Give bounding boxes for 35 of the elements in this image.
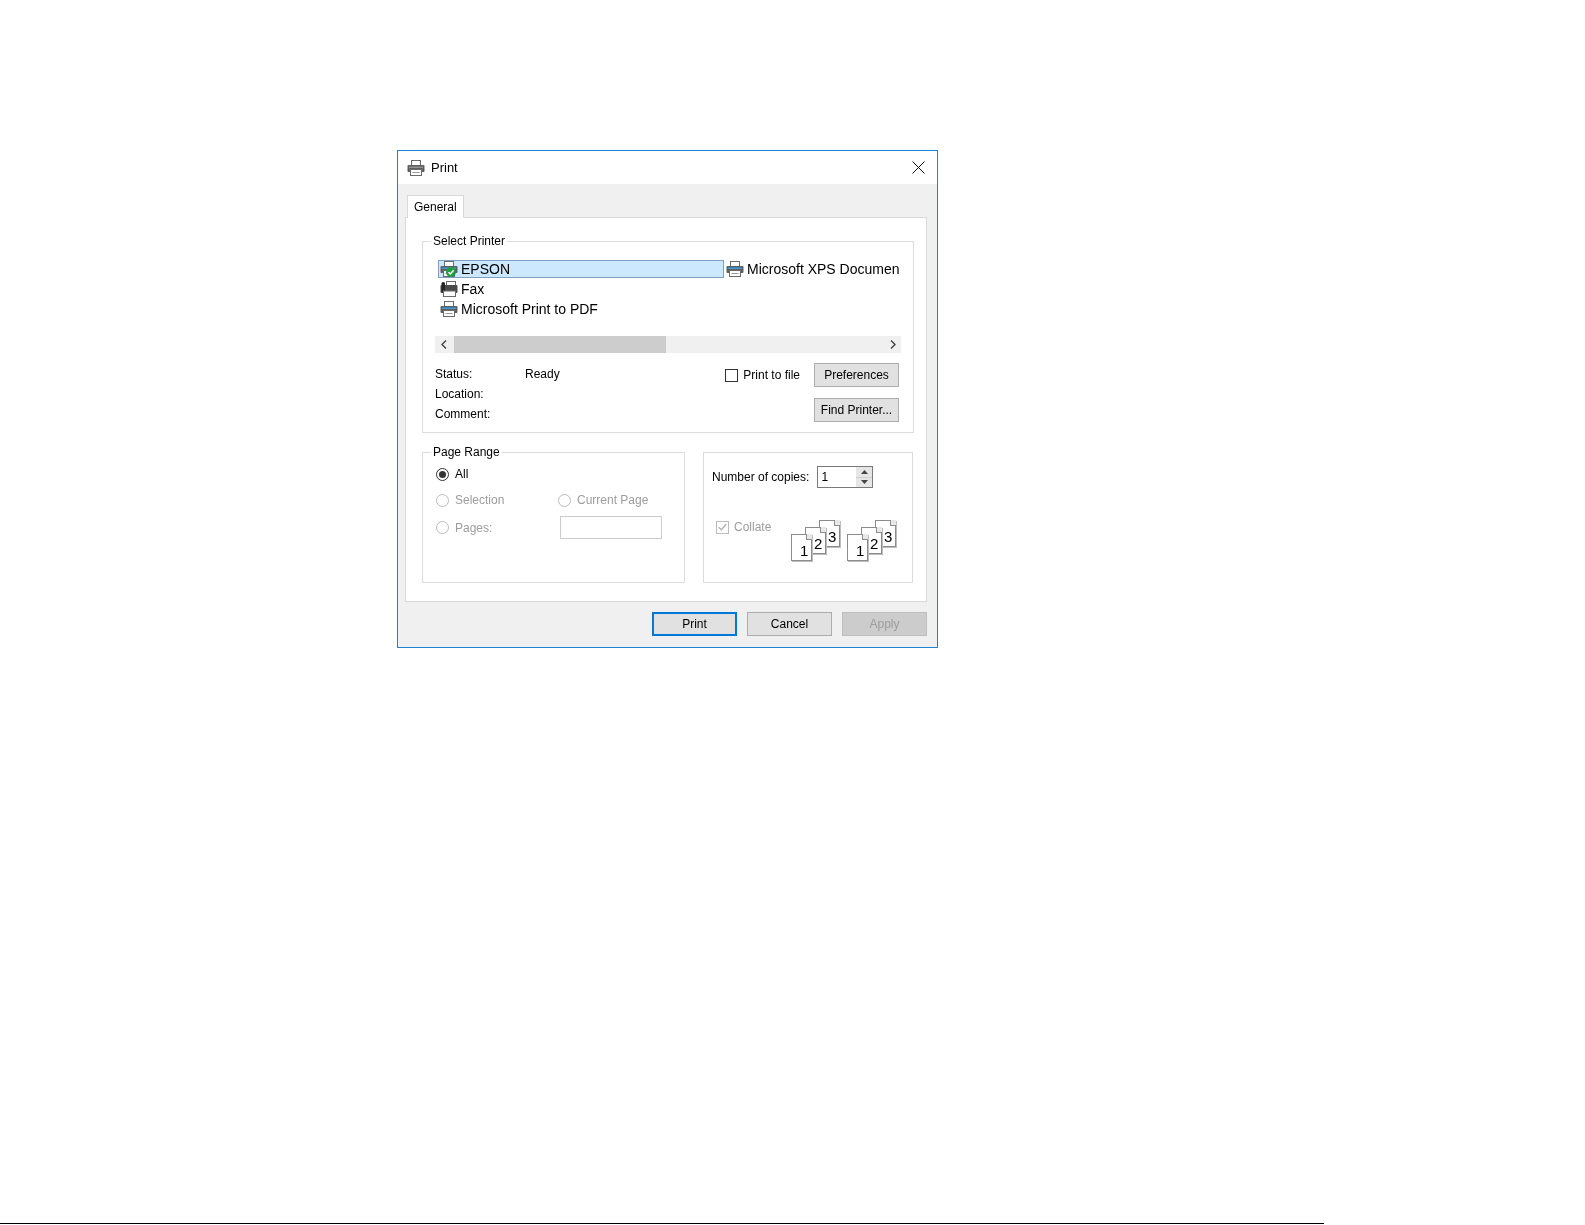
printer-item[interactable]: Microsoft XPS Documen	[724, 260, 901, 278]
group-button[interactable]: Preferences	[814, 363, 899, 387]
spin-up-button[interactable]	[856, 467, 873, 478]
field-label: Comment:	[435, 406, 492, 423]
field-value: Ready	[525, 366, 560, 383]
tab[interactable]: General	[407, 195, 464, 218]
scrollbar-thumb[interactable]	[454, 336, 666, 353]
printer-icon	[726, 261, 744, 277]
printer-icon	[440, 301, 458, 317]
radio-option[interactable]: All	[435, 464, 469, 484]
group-label: Select Printer	[432, 234, 507, 249]
dialog-button[interactable]: Print	[652, 612, 737, 636]
radio-button[interactable]	[436, 467, 449, 481]
page-sheet: 1	[847, 534, 869, 561]
spin-down-button[interactable]	[856, 477, 873, 487]
window-title: Print	[431, 158, 458, 177]
page-sheet: 1	[791, 534, 813, 561]
group-button[interactable]: Find Printer...	[814, 398, 899, 422]
copies-label: Number of copies:	[712, 469, 810, 486]
chevron-right-icon[interactable]	[889, 340, 896, 349]
horizontal-scrollbar[interactable]	[435, 336, 901, 353]
fax-icon	[440, 281, 458, 297]
printer-item[interactable]: EPSON	[438, 260, 724, 278]
caret-down-icon[interactable]	[860, 480, 868, 485]
caret-up-icon[interactable]	[860, 469, 868, 474]
field-label: Status:	[435, 366, 474, 383]
printer-icon	[407, 159, 425, 176]
checkbox-option[interactable]: Print to file	[725, 363, 800, 387]
copies-spinbox[interactable]: 1	[817, 466, 874, 488]
dialog-button[interactable]: Cancel	[747, 612, 832, 636]
chevron-left-icon[interactable]	[440, 340, 447, 349]
checkbox[interactable]	[725, 368, 739, 382]
close-icon[interactable]	[911, 161, 925, 174]
group-label: Page Range	[432, 445, 501, 460]
field-label: Location:	[435, 386, 485, 403]
